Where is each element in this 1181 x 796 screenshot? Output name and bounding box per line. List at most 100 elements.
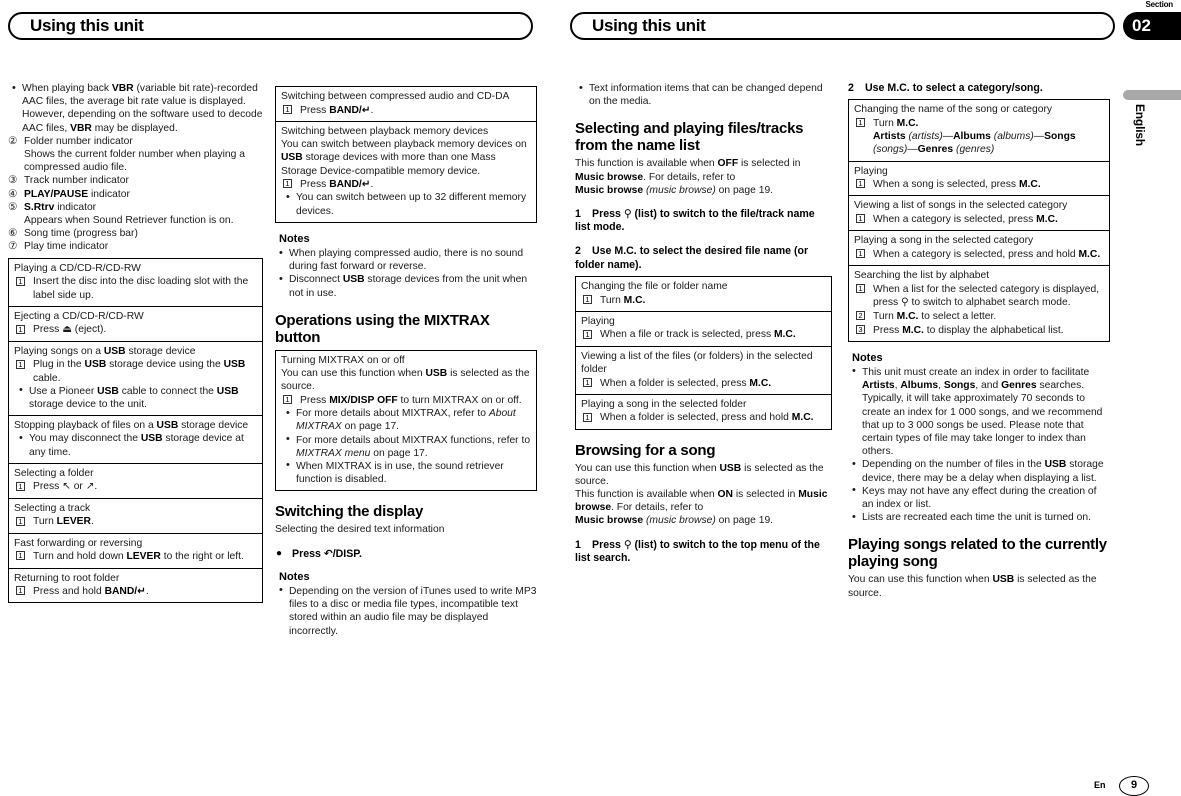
operation-row-intro: You can use this function when USB is se… <box>281 368 530 393</box>
step-text: When a category is selected, press M.C. <box>873 214 1058 226</box>
indicator-desc: Appears when Sound Retriever function is… <box>24 215 234 227</box>
operation-step: 1 Press and hold BAND/↵. <box>14 585 257 598</box>
operation-step: 1 Press MIX/DISP OFF to turn MIXTRAX on o… <box>281 394 531 407</box>
operation-row-title: Selecting a track <box>14 502 91 514</box>
operation-row-title: Returning to root folder <box>14 572 120 584</box>
column-2: Switching between compressed audio and C… <box>275 82 537 638</box>
browsing-line-1: You can use this function when USB is se… <box>575 462 824 487</box>
operation-row-extra: Artists (artists)—Albums (albums)—Songs … <box>873 131 1076 156</box>
switching-display-step: Press ↶/DISP. <box>275 547 537 561</box>
step-text: Insert the disc into the disc loading sl… <box>33 276 249 301</box>
operation-step: 1 When a folder is selected, press M.C. <box>581 377 826 390</box>
indicator-number: ③ <box>8 175 18 187</box>
operation-row-title: Playing <box>581 315 615 327</box>
operation-table-row: Switching between compressed audio and C… <box>276 87 536 122</box>
related-songs-text: You can use this function when USB is se… <box>848 574 1097 599</box>
notes-heading-display: Notes <box>279 570 310 583</box>
operation-table-row: Playing 1 When a file or track is selected… <box>576 312 831 347</box>
step-number-box: 1 <box>583 294 592 304</box>
step-number-box: 1 <box>583 329 592 339</box>
operation-row-title: Searching the list by alphabet <box>854 270 990 282</box>
indicator-label: Track number indicator <box>24 175 129 187</box>
operation-row-title: Fast forwarding or reversing <box>14 537 143 549</box>
operation-row-title: Playing a CD/CD-R/CD-RW <box>14 262 141 274</box>
operation-row-title: Selecting a folder <box>14 467 94 479</box>
step-text: When a category is selected, press and h… <box>873 249 1101 261</box>
operation-step: 1 Turn LEVER. <box>14 515 257 528</box>
notes-heading-col4: Notes <box>852 351 883 364</box>
switching-display-subtitle: Selecting the desired text information <box>275 524 445 536</box>
step-number-box: 1 <box>16 586 25 596</box>
step-number-box: 1 <box>16 516 25 526</box>
note-item: Disconnect USB storage devices from the … <box>275 273 537 299</box>
step-number: 2 <box>848 82 854 94</box>
step-text: Press BAND/↵. <box>300 103 374 116</box>
operation-bullets: Use a Pioneer USB cable to connect the U… <box>14 384 257 411</box>
text-info-note-item: Text information items that can be chang… <box>575 81 832 108</box>
operation-table-row: Playing a song in the selected category 1… <box>849 231 1109 267</box>
operation-step: 1 Press BAND/↵. <box>281 178 531 191</box>
step-number-box: 1 <box>856 118 865 128</box>
note-item: Depending on the number of files in the … <box>848 458 1110 484</box>
section-number: 02 <box>1132 16 1151 35</box>
note-item: When playing compressed audio, there is … <box>275 247 537 273</box>
note-item: Lists are recreated each time the unit i… <box>848 511 1110 524</box>
mixtrax-heading: Operations using the MIXTRAX button <box>275 311 490 346</box>
language-tab-label: English <box>1133 104 1147 146</box>
operation-bullets: You can switch between up to 32 differen… <box>281 191 531 217</box>
operation-table-row: Changing the file or folder name 1 Turn M.… <box>576 277 831 312</box>
operation-bullet: For more details about MIXTRAX functions… <box>281 433 531 460</box>
indicator-item: ⑤ S.Rtrv indicator Appears when Sound Retr… <box>8 201 263 227</box>
step-number-box: 1 <box>856 284 865 294</box>
step-number-box: 1 <box>856 179 865 189</box>
step-text: Press MIX/DISP OFF to turn MIXTRAX on or… <box>300 394 522 406</box>
indicator-label: Play time indicator <box>24 241 109 253</box>
operation-row-title: Playing songs on a USB storage device <box>14 345 196 357</box>
operation-bullet: You can switch between up to 32 differen… <box>281 191 531 217</box>
step-number-box: 1 <box>283 104 292 114</box>
operation-bullet: For more details about MIXTRAX, refer to… <box>281 407 531 433</box>
operation-step: 1 When a category is selected, press and … <box>854 248 1104 261</box>
section-number-badge: 02 <box>1123 12 1181 40</box>
step-text: Press BAND/↵. <box>300 178 374 191</box>
footer-language-code: En <box>1094 780 1106 790</box>
browsing-heading: Browsing for a song <box>575 441 716 459</box>
indicator-label: S.Rtrv indicator <box>24 201 97 213</box>
step-number-box: 3 <box>856 324 865 334</box>
note-item: This unit must create an index in order … <box>848 365 1110 458</box>
indicator-number: ⑥ <box>8 228 18 240</box>
indicator-label: PLAY/PAUSE indicator <box>24 188 130 200</box>
indicator-items: ② Folder number indicator Shows the curren… <box>8 135 263 254</box>
notes-heading-col2: Notes <box>279 232 310 245</box>
step-number-box: 1 <box>16 324 25 334</box>
language-tab-bar <box>1123 90 1181 100</box>
operation-table-row: Switching between playback memory device… <box>276 122 536 222</box>
operation-row-title: Switching between compressed audio and C… <box>281 91 510 102</box>
step-text: Turn M.C. <box>873 117 919 129</box>
operation-table-row: Turning MIXTRAX on or off You can use thi… <box>276 351 536 491</box>
operation-step: 1 When a category is selected, press M.C. <box>854 213 1104 226</box>
step-number: 2 <box>575 245 581 258</box>
browsing-line-3: Music browse (music browse) on page 19. <box>575 515 774 527</box>
indicator-desc: Shows the current folder number when pla… <box>24 149 245 174</box>
browsing-step-1: 1 Press ⚲ (list) to switch to the top men… <box>575 538 820 564</box>
indicator-item: ③ Track number indicator <box>8 174 263 187</box>
operation-table-row: Searching the list by alphabet 1 When a li… <box>849 266 1109 341</box>
step-text: When a song is selected, press M.C. <box>873 179 1041 191</box>
operation-step: 1 Turn M.C. <box>581 294 826 307</box>
operation-bullet: Use a Pioneer USB cable to connect the U… <box>14 384 257 411</box>
browsing-line-2: This function is available when ON is se… <box>575 489 828 514</box>
step-number: 1 <box>575 538 581 551</box>
operation-table-mixtrax: Turning MIXTRAX on or off You can use thi… <box>275 349 537 492</box>
vbr-note-list: When playing back VBR (variable bit rate… <box>8 82 263 135</box>
category-step-2: 2 Use M.C. to select a category/song. <box>848 82 1043 94</box>
operation-row-title: Turning MIXTRAX on or off <box>281 354 405 366</box>
operation-step: 1 When a list for the selected category i… <box>854 283 1104 309</box>
column-3: Text information items that can be chang… <box>575 81 832 565</box>
indicator-label: Song time (progress bar) <box>24 228 138 240</box>
step-number-box: 1 <box>856 249 865 259</box>
operation-row-title: Viewing a list of the files (or folders)… <box>581 350 813 375</box>
notes-list-col4: This unit must create an index in order … <box>848 365 1110 524</box>
operation-row-title: Playing a song in the selected folder <box>581 398 747 410</box>
operation-bullet: You may disconnect the USB storage devic… <box>14 432 257 458</box>
